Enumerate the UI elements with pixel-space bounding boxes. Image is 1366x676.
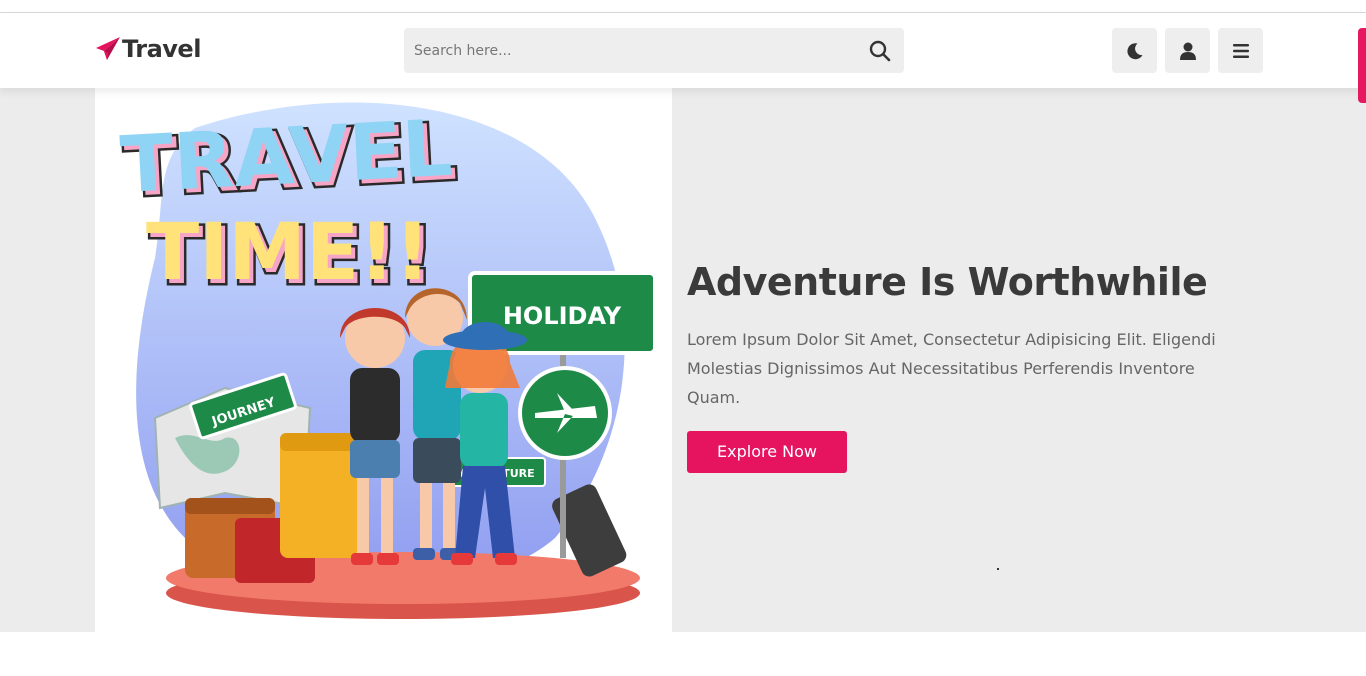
explore-now-button[interactable]: Explore Now	[687, 431, 847, 473]
illustration-title-line2-highlight: TIME!!	[146, 208, 430, 298]
hero-title: Adventure Is Worthwhile	[687, 260, 1208, 304]
paper-plane-icon	[96, 37, 120, 60]
search-icon[interactable]	[868, 39, 892, 63]
hamburger-menu-icon	[1232, 43, 1249, 58]
menu-button[interactable]	[1218, 28, 1263, 73]
holiday-sign-text: HOLIDAY	[503, 302, 622, 330]
search-input[interactable]	[404, 28, 854, 73]
illustration-title-line1-highlight: TRAVEL	[118, 104, 454, 211]
decorative-dot	[997, 568, 999, 570]
hero-section: JOURNEY HOLIDAY ADVENTURE	[0, 88, 1366, 632]
hero-content: Adventure Is Worthwhile Lorem Ipsum Dolo…	[687, 258, 1267, 473]
user-icon	[1179, 42, 1196, 60]
theme-toggle-button[interactable]	[1112, 28, 1157, 73]
logo[interactable]: Travel	[95, 35, 201, 63]
user-button[interactable]	[1165, 28, 1210, 73]
search-bar	[404, 28, 904, 73]
scroll-indicator	[1358, 28, 1366, 103]
hero-description: Lorem Ipsum Dolor Sit Amet, Consectetur …	[687, 330, 1216, 407]
moon-icon	[1126, 42, 1142, 59]
logo-text: Travel	[122, 35, 201, 63]
hero-illustration: JOURNEY HOLIDAY ADVENTURE	[95, 88, 672, 632]
travel-illustration: JOURNEY HOLIDAY ADVENTURE	[118, 102, 657, 619]
site-header: Travel	[0, 13, 1366, 103]
